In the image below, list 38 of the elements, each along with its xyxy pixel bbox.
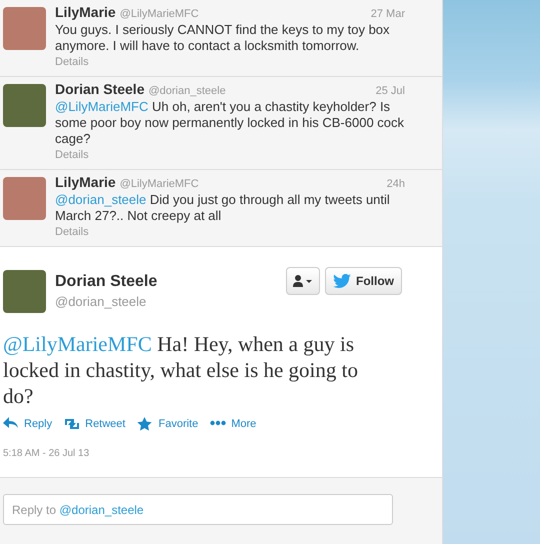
- tweet-text: You guys. I seriously CANNOT find the keys to my toy box anymore. I will have to contact a locksmith tomorrow.: [55, 22, 391, 54]
- avatar-photo-placeholder[interactable]: [3, 270, 46, 313]
- tweet-time[interactable]: 25 Jul: [376, 85, 405, 97]
- more-action[interactable]: More: [210, 417, 256, 431]
- retweet-icon: [64, 417, 80, 431]
- reply-action[interactable]: Reply: [3, 417, 52, 431]
- details-link[interactable]: Details: [55, 149, 405, 161]
- follow-button[interactable]: Follow: [325, 267, 402, 295]
- tweet-timestamp: 5:18 AM - 26 Jul 13: [3, 448, 90, 459]
- user-name[interactable]: LilyMarie: [55, 174, 116, 190]
- user-name[interactable]: Dorian Steele: [55, 273, 280, 291]
- avatar-photo-placeholder[interactable]: [3, 177, 46, 220]
- mention-link[interactable]: @LilyMarieMFC: [3, 332, 152, 356]
- tweet-time[interactable]: 27 Mar: [370, 8, 405, 20]
- mention-link[interactable]: @dorian_steele: [55, 192, 146, 207]
- avatar-photo-placeholder[interactable]: [3, 7, 46, 50]
- user-name[interactable]: LilyMarie: [55, 4, 116, 20]
- user-handle[interactable]: @dorian_steele: [148, 85, 376, 97]
- reply-arrow-icon: [3, 417, 19, 431]
- user-menu-button[interactable]: [286, 267, 320, 295]
- tweet-time[interactable]: 24h: [386, 178, 405, 190]
- star-icon: [137, 417, 154, 431]
- user-name[interactable]: Dorian Steele: [55, 81, 144, 97]
- details-link[interactable]: Details: [55, 56, 405, 68]
- user-handle[interactable]: @LilyMarieMFC: [120, 178, 387, 190]
- person-dropdown-icon: [293, 275, 313, 287]
- tweet-text: @LilyMarieMFC Uh oh, aren't you a chastity keyholder? Is some poor boy now permanently locked in his CB-6000 cock cage?: [55, 99, 405, 147]
- user-handle[interactable]: @LilyMarieMFC: [120, 8, 371, 20]
- mention-link[interactable]: @LilyMarieMFC: [55, 99, 148, 114]
- details-link[interactable]: Details: [55, 226, 405, 238]
- favorite-action[interactable]: Favorite: [137, 417, 198, 431]
- retweet-action[interactable]: Retweet: [64, 417, 126, 431]
- avatar-photo-placeholder[interactable]: [3, 84, 46, 127]
- bird-icon: [333, 274, 351, 288]
- tweet-text: @dorian_steele Did you just go through all my tweets until March 27?.. Not creepy at all: [55, 192, 391, 224]
- tweet-text: @LilyMarieMFC Ha! Hey, when a guy is locked in chastity, what else is he going to do?: [3, 331, 359, 409]
- reply-input-field[interactable]: Reply to @dorian_steele: [3, 494, 393, 525]
- user-handle[interactable]: @dorian_steele: [55, 294, 280, 309]
